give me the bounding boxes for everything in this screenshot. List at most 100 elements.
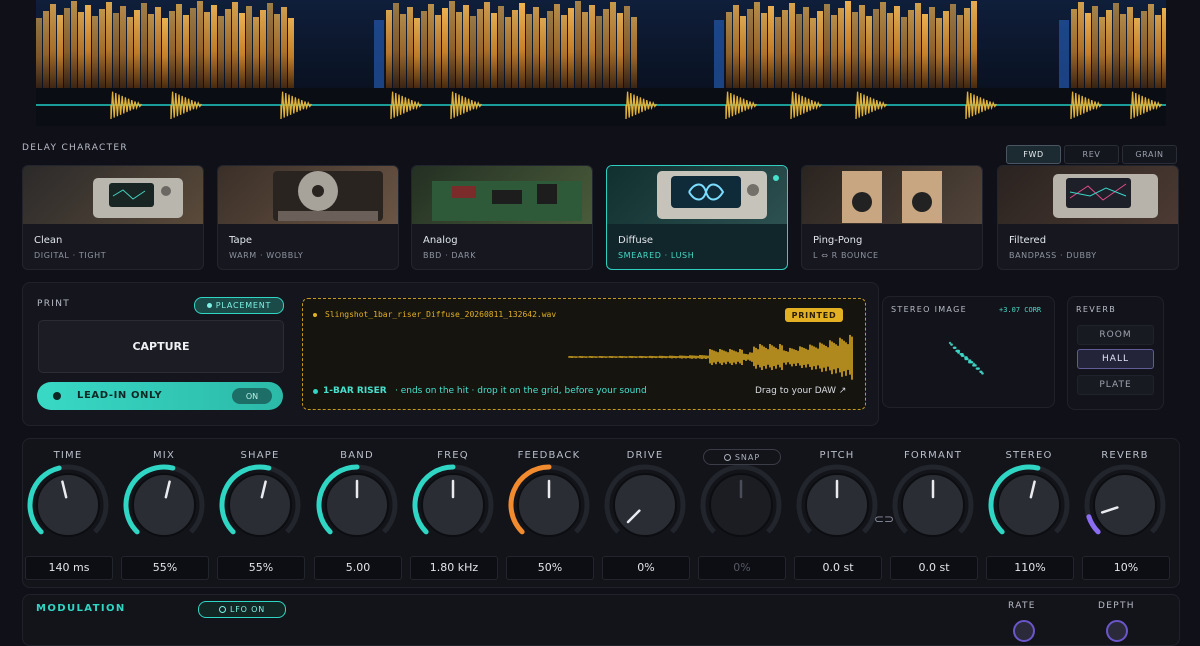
knob-dial[interactable]: [696, 458, 786, 548]
character-card-filtered[interactable]: Filtered BANDPASS · DUBBY: [997, 165, 1179, 270]
link-icon[interactable]: ⊂⊃: [871, 508, 897, 530]
knob-dial[interactable]: [119, 458, 209, 548]
knob-value-field[interactable]: 140 ms: [25, 556, 113, 580]
knob-dial[interactable]: [215, 458, 305, 548]
knob-value-field[interactable]: 0.0 st: [890, 556, 978, 580]
lfo-toggle[interactable]: LFO ON: [198, 601, 286, 618]
lfo-label: LFO ON: [230, 605, 265, 614]
spectrogram-column: [901, 17, 907, 88]
spectrogram-waveform-display: [24, 0, 1168, 126]
reverb-room-button[interactable]: ROOM: [1077, 325, 1154, 345]
character-card-analog[interactable]: Analog BBD · DARK: [411, 165, 593, 270]
spectrogram-column: [498, 6, 504, 88]
spectrogram-column: [169, 11, 175, 88]
spectrogram-glow: [714, 20, 724, 88]
spectrogram-column: [789, 3, 795, 88]
knob-dial[interactable]: [504, 458, 594, 548]
knob-dial[interactable]: [888, 458, 978, 548]
spectrogram-column: [449, 1, 455, 88]
scope-dot: [970, 361, 974, 364]
spectrogram-column: [281, 7, 287, 88]
character-card-ping-pong[interactable]: Ping-Pong L ⇔ R BOUNCE: [801, 165, 983, 270]
stereo-scope: [948, 341, 984, 375]
spectrogram-column: [512, 10, 518, 88]
knob-value-field[interactable]: 0.0 st: [794, 556, 882, 580]
knob-value-field[interactable]: 55%: [121, 556, 209, 580]
speakers-icon: [802, 166, 982, 224]
spectrogram-column: [810, 18, 816, 88]
snap-toggle[interactable]: SNAP: [703, 449, 781, 465]
spectrogram-column: [400, 14, 406, 88]
drag-to-daw-label[interactable]: Drag to your DAW ↗: [755, 386, 846, 396]
knob-value-field[interactable]: 1.80 kHz: [410, 556, 498, 580]
card-subtitle: DIGITAL · TIGHT: [34, 251, 107, 260]
spectrogram-column: [106, 2, 112, 88]
spectrogram-column: [610, 2, 616, 88]
spectrogram-column: [824, 4, 830, 88]
character-card-tape[interactable]: Tape WARM · WOBBLY: [217, 165, 399, 270]
reverb-plate-button[interactable]: PLATE: [1077, 375, 1154, 395]
knob-body: [228, 473, 292, 537]
knob-dial[interactable]: [408, 458, 498, 548]
spectrogram-column: [253, 17, 259, 88]
knob-value-field[interactable]: 0%: [698, 556, 786, 580]
character-card-clean[interactable]: Clean DIGITAL · TIGHT: [22, 165, 204, 270]
hint-bold: 1-BAR RISER: [323, 386, 387, 396]
knob-value-field[interactable]: 10%: [1082, 556, 1170, 580]
knob-dial[interactable]: [984, 458, 1074, 548]
spectrogram-column: [204, 12, 210, 88]
spectrogram-column: [246, 6, 252, 88]
knob-dial[interactable]: [1080, 458, 1170, 548]
knob-dial[interactable]: [600, 458, 690, 548]
mode-grain-button[interactable]: GRAIN: [1122, 145, 1177, 164]
spectrogram-column: [964, 8, 970, 88]
ring-icon: [219, 606, 226, 613]
card-name: Clean: [34, 235, 63, 246]
card-name: Analog: [423, 235, 458, 246]
spectrogram-column: [761, 13, 767, 88]
spectrogram-column: [421, 11, 427, 88]
knob-value-field[interactable]: 50%: [506, 556, 594, 580]
card-name: Ping-Pong: [813, 235, 863, 246]
scope-dot: [954, 346, 957, 349]
spectrogram-column: [754, 2, 760, 88]
spectrogram-column: [929, 7, 935, 88]
spectrogram-column: [99, 9, 105, 88]
modulation-panel: [22, 594, 1180, 646]
knob-dial[interactable]: [312, 458, 402, 548]
depth-label: DEPTH: [1098, 601, 1135, 611]
spectrogram-column: [873, 9, 879, 88]
rate-label: RATE: [1008, 601, 1036, 611]
scope-dot: [974, 364, 977, 367]
scope-dot: [950, 343, 953, 346]
mode-rev-button[interactable]: REV: [1064, 145, 1119, 164]
spectrogram-column: [950, 4, 956, 88]
printed-file-name: Slingshot_1bar_riser_Diffuse_20260811_13…: [325, 310, 557, 319]
spectrogram-column: [526, 14, 532, 88]
placement-badge[interactable]: PLACEMENT: [194, 297, 284, 314]
spectrogram-column: [176, 4, 182, 88]
spectrogram-column: [617, 13, 623, 88]
card-subtitle: BBD · DARK: [423, 251, 477, 260]
spectrogram-column: [43, 11, 49, 88]
ring-icon: [723, 453, 731, 461]
character-card-diffuse[interactable]: Diffuse SMEARED · LUSH: [606, 165, 788, 270]
knob-value-field[interactable]: 55%: [217, 556, 305, 580]
mode-fwd-button[interactable]: FWD: [1006, 145, 1061, 164]
card-name: Filtered: [1009, 235, 1047, 246]
spectrogram-column: [1155, 15, 1161, 88]
spectrogram-column: [575, 1, 581, 88]
knob-value-field[interactable]: 5.00: [314, 556, 402, 580]
knob-value-field[interactable]: 0%: [602, 556, 690, 580]
knob-value-field[interactable]: 110%: [986, 556, 1074, 580]
reverb-hall-button[interactable]: HALL: [1077, 349, 1154, 369]
knob-dial[interactable]: [792, 458, 882, 548]
spectrogram-column: [866, 16, 872, 88]
capture-button[interactable]: CAPTURE: [38, 320, 284, 373]
spectrogram-column: [1106, 10, 1112, 88]
lead-in-toggle[interactable]: LEAD-IN ONLY ON: [37, 382, 283, 410]
knob-dial[interactable]: [23, 458, 113, 548]
rate-knob[interactable]: [1013, 620, 1035, 642]
printed-clip-dropzone[interactable]: Slingshot_1bar_riser_Diffuse_20260811_13…: [302, 298, 866, 410]
depth-knob[interactable]: [1106, 620, 1128, 642]
